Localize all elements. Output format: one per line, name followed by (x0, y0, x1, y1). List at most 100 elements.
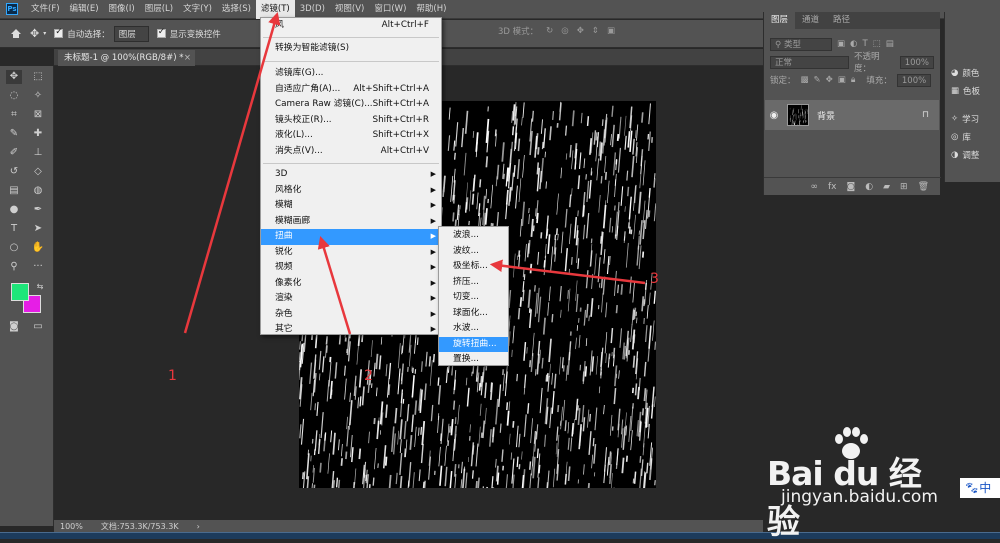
quick-mask-icon[interactable]: ◙ (6, 320, 22, 334)
hand-tool-icon[interactable]: ✋ (30, 241, 46, 255)
fill-input[interactable]: 100% (897, 74, 931, 87)
link-layers-icon[interactable]: ∞ (811, 182, 819, 192)
adjustment-layer-icon[interactable]: ◐ (865, 182, 873, 192)
dock-learn[interactable]: ✧学习 (945, 110, 1000, 128)
close-icon[interactable]: × (184, 50, 191, 66)
lock-move-icon[interactable]: ✥ (826, 75, 833, 85)
blur-tool-icon[interactable]: ◍ (30, 184, 46, 198)
menu-select[interactable]: 选择(S) (217, 0, 256, 19)
menu-item-filter-gallery[interactable]: 滤镜库(G)... (261, 66, 441, 82)
menu-item-stylize[interactable]: 风格化▶ (261, 183, 441, 199)
menu-image[interactable]: 图像(I) (104, 0, 140, 19)
filter-smart-icon[interactable]: ▤ (886, 39, 894, 49)
trash-icon[interactable]: 🗑︎ (918, 182, 929, 192)
menu-item-camera-raw[interactable]: Camera Raw 滤镜(C)...Shift+Ctrl+A (261, 97, 441, 113)
menu-item-3d[interactable]: 3D▶ (261, 167, 441, 183)
submenu-item-zigzag[interactable]: 水波... (439, 321, 508, 337)
lock-pixels-icon[interactable]: ▩ (801, 75, 809, 85)
stamp-tool-icon[interactable]: ⊥ (30, 146, 46, 160)
submenu-item-shear[interactable]: 切变... (439, 290, 508, 306)
submenu-item-pinch[interactable]: 挤压... (439, 275, 508, 291)
menu-item-distort[interactable]: 扭曲▶ (261, 229, 441, 245)
3d-pan-icon[interactable]: ✥ (577, 26, 584, 36)
submenu-item-wave[interactable]: 波浪... (439, 228, 508, 244)
screen-mode-icon[interactable]: ▭ (30, 320, 46, 334)
home-button[interactable] (10, 28, 22, 39)
magic-wand-tool-icon[interactable]: ✧ (30, 89, 46, 103)
fx-icon[interactable]: fx (828, 182, 837, 192)
submenu-item-polar-coordinates[interactable]: 极坐标... (439, 259, 508, 275)
menu-3d[interactable]: 3D(D) (295, 0, 330, 19)
eye-visibility-icon[interactable]: ◉ (765, 110, 783, 121)
document-tab[interactable]: 未标题-1 @ 100%(RGB/8#) * × (58, 50, 195, 66)
show-transform-checkbox[interactable] (157, 29, 166, 38)
submenu-item-twirl[interactable]: 旋转扭曲... (439, 337, 508, 353)
3d-slide-icon[interactable]: ⇕ (592, 26, 599, 36)
3d-camera-icon[interactable]: ▣ (607, 26, 615, 36)
tab-layers[interactable]: 图层 (764, 12, 795, 29)
zoom-tool-icon[interactable]: ⚲ (6, 260, 22, 274)
type-tool-icon[interactable]: T (6, 222, 22, 236)
menu-item-lens-correction[interactable]: 镜头校正(R)...Shift+Ctrl+R (261, 113, 441, 129)
3d-roll-icon[interactable]: ◎ (561, 26, 568, 36)
menu-item-noise[interactable]: 杂色▶ (261, 307, 441, 323)
shape-tool-icon[interactable]: ○ (6, 241, 22, 255)
menu-filter[interactable]: 滤镜(T) (256, 0, 295, 19)
lasso-tool-icon[interactable]: ◌ (6, 89, 22, 103)
status-menu-arrow-icon[interactable]: › (197, 522, 200, 531)
filter-shape-icon[interactable]: ⬚ (873, 39, 881, 49)
opacity-input[interactable]: 100% (900, 56, 934, 69)
dock-color[interactable]: ◕颜色 (945, 64, 1000, 82)
eraser-tool-icon[interactable]: ◇ (30, 165, 46, 179)
filter-type-icon[interactable]: T (862, 39, 867, 49)
menu-item-blur[interactable]: 模糊▶ (261, 198, 441, 214)
gradient-tool-icon[interactable]: ▤ (6, 184, 22, 198)
submenu-item-ripple[interactable]: 波纹... (439, 244, 508, 260)
history-brush-tool-icon[interactable]: ↺ (6, 165, 22, 179)
menu-view[interactable]: 视图(V) (330, 0, 369, 19)
path-selection-tool-icon[interactable]: ➤ (30, 222, 46, 236)
3d-orbit-icon[interactable]: ↻ (546, 26, 553, 36)
lock-all-icon[interactable]: 🔒︎ (851, 75, 856, 85)
foreground-color-swatch[interactable] (11, 283, 29, 301)
menu-window[interactable]: 窗口(W) (369, 0, 411, 19)
dock-adjustments[interactable]: ◑调整 (945, 146, 1000, 164)
menu-item-pixelate[interactable]: 像素化▶ (261, 276, 441, 292)
crop-tool-icon[interactable]: ⌗ (6, 108, 22, 122)
ime-indicator[interactable]: 🐾︎中 (960, 478, 1000, 498)
marquee-tool-icon[interactable]: ⬚ (30, 70, 46, 84)
menu-item-liquify[interactable]: 液化(L)...Shift+Ctrl+X (261, 128, 441, 144)
new-layer-icon[interactable]: ⊞ (900, 182, 908, 192)
frame-tool-icon[interactable]: ⊠ (30, 108, 46, 122)
move-tool-icon[interactable]: ✥ (6, 70, 22, 84)
move-tool-preset[interactable]: ✥ ▾ (30, 27, 46, 40)
add-mask-icon[interactable]: ◙ (847, 182, 856, 192)
more-tools-icon[interactable]: ··· (30, 260, 46, 274)
menu-item-wind[interactable]: 风Alt+Ctrl+F (261, 18, 441, 34)
menu-item-smart-filter[interactable]: 转换为智能滤镜(S) (261, 41, 441, 57)
zoom-level[interactable]: 100% (60, 522, 83, 531)
tab-paths[interactable]: 路径 (826, 12, 857, 29)
pen-tool-icon[interactable]: ✒ (30, 203, 46, 217)
menu-item-adaptive-wide-angle[interactable]: 自适应广角(A)...Alt+Shift+Ctrl+A (261, 82, 441, 98)
brush-tool-icon[interactable]: ✐ (6, 146, 22, 160)
dock-libraries[interactable]: ◎库 (945, 128, 1000, 146)
menu-layer[interactable]: 图层(L) (140, 0, 178, 19)
layer-kind-filter[interactable]: ⚲ 类型 (770, 38, 832, 51)
dodge-tool-icon[interactable]: ● (6, 203, 22, 217)
menu-help[interactable]: 帮助(H) (411, 0, 451, 19)
menu-edit[interactable]: 编辑(E) (65, 0, 104, 19)
layer-row-background[interactable]: ◉ 背景 ⊓ (765, 100, 939, 130)
tab-channels[interactable]: 通道 (795, 12, 826, 29)
filter-pixel-icon[interactable]: ▣ (837, 39, 845, 49)
submenu-item-spherize[interactable]: 球面化... (439, 306, 508, 322)
blend-mode-dropdown[interactable]: 正常 (770, 56, 849, 69)
eyedropper-tool-icon[interactable]: ✎ (6, 127, 22, 141)
auto-select-checkbox[interactable] (54, 29, 63, 38)
swap-colors-icon[interactable]: ⇆ (32, 280, 48, 294)
group-folder-icon[interactable]: ▰ (883, 182, 890, 192)
menu-type[interactable]: 文字(Y) (178, 0, 217, 19)
menu-item-blur-gallery[interactable]: 模糊画廊▶ (261, 214, 441, 230)
menu-item-video[interactable]: 视频▶ (261, 260, 441, 276)
lock-paint-icon[interactable]: ✎ (814, 75, 821, 85)
